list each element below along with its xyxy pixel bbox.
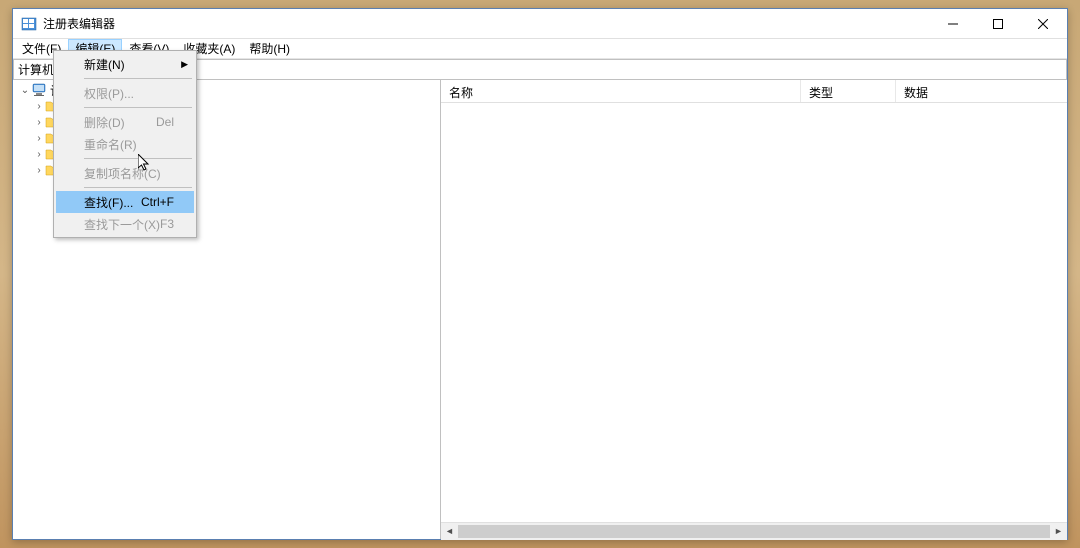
menu-copy-key-name[interactable]: 复制项名称(C)	[56, 162, 194, 184]
titlebar: 注册表编辑器	[13, 9, 1067, 39]
maximize-button[interactable]	[975, 9, 1020, 38]
window-title: 注册表编辑器	[43, 15, 930, 32]
window-controls	[930, 9, 1065, 38]
expander-icon[interactable]: ›	[33, 101, 45, 112]
menu-rename[interactable]: 重命名(R)	[56, 133, 194, 155]
minimize-button[interactable]	[930, 9, 975, 38]
computer-icon	[31, 83, 47, 97]
menu-separator	[84, 78, 192, 79]
expander-icon[interactable]: ⌄	[19, 85, 31, 96]
menu-help[interactable]: 帮助(H)	[242, 39, 297, 58]
column-type[interactable]: 类型	[801, 80, 896, 102]
menu-separator	[84, 187, 192, 188]
scroll-track[interactable]	[458, 523, 1050, 540]
address-path: 计算机	[18, 61, 54, 78]
list-header: 名称 类型 数据	[441, 80, 1067, 103]
expander-icon[interactable]: ›	[33, 149, 45, 160]
expander-icon[interactable]: ›	[33, 165, 45, 176]
menu-find-next[interactable]: 查找下一个(X) F3	[56, 213, 194, 235]
scroll-right-button[interactable]: ►	[1050, 523, 1067, 540]
menu-new[interactable]: 新建(N) ▶	[56, 53, 194, 75]
submenu-arrow-icon: ▶	[181, 59, 188, 70]
app-icon	[21, 16, 37, 32]
list-body[interactable]	[441, 103, 1067, 522]
expander-icon[interactable]: ›	[33, 133, 45, 144]
expander-icon[interactable]: ›	[33, 117, 45, 128]
menu-separator	[84, 107, 192, 108]
column-data[interactable]: 数据	[896, 80, 1067, 102]
horizontal-scrollbar[interactable]: ◄ ►	[441, 522, 1067, 539]
menu-delete[interactable]: 删除(D) Del	[56, 111, 194, 133]
column-name[interactable]: 名称	[441, 80, 801, 102]
close-button[interactable]	[1020, 9, 1065, 38]
scroll-thumb[interactable]	[458, 525, 1050, 538]
menu-separator	[84, 158, 192, 159]
list-pane: 名称 类型 数据 ◄ ►	[441, 80, 1067, 539]
edit-dropdown-menu: 新建(N) ▶ 权限(P)... 删除(D) Del 重命名(R) 复制项名称(…	[53, 50, 197, 238]
menu-find[interactable]: 查找(F)... Ctrl+F	[56, 191, 194, 213]
menu-permissions[interactable]: 权限(P)...	[56, 82, 194, 104]
scroll-left-button[interactable]: ◄	[441, 523, 458, 540]
